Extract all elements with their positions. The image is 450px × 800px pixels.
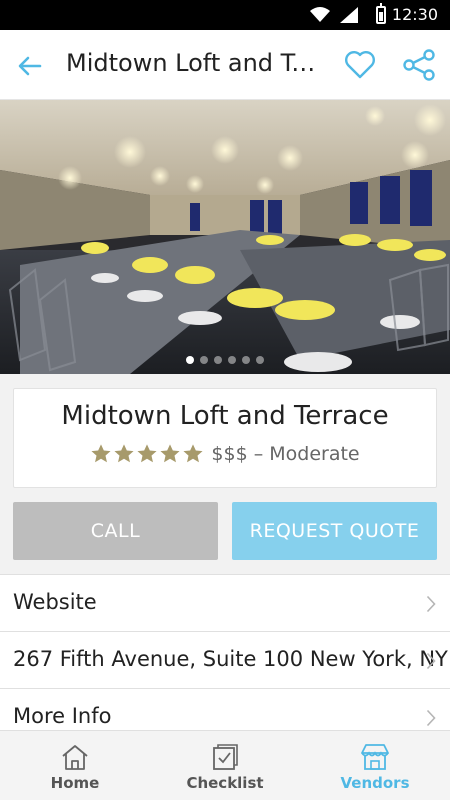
battery-icon xyxy=(376,3,386,24)
wifi-icon xyxy=(310,7,330,22)
star-icon xyxy=(183,444,203,463)
back-arrow-icon[interactable] xyxy=(14,50,46,82)
chevron-right-icon xyxy=(426,595,436,613)
venue-name: Midtown Loft and Terrace xyxy=(61,401,389,431)
rating-row: $$$ – Moderate xyxy=(14,443,436,465)
store-icon xyxy=(361,744,389,770)
nav-home-label: Home xyxy=(50,774,100,792)
carousel-dot[interactable] xyxy=(228,356,236,364)
address-label: 267 Fifth Avenue, Suite 100 New York, NY xyxy=(13,647,448,671)
carousel-dot[interactable] xyxy=(242,356,250,364)
heart-icon[interactable] xyxy=(343,48,377,82)
chevron-right-icon xyxy=(426,652,436,670)
star-icon xyxy=(137,444,157,463)
chevron-right-icon xyxy=(426,709,436,727)
venue-photo-carousel[interactable] xyxy=(0,100,450,374)
nav-checklist[interactable]: Checklist xyxy=(150,731,300,800)
website-label: Website xyxy=(13,590,97,614)
nav-vendors[interactable]: Vendors xyxy=(300,731,450,800)
checklist-icon xyxy=(213,744,238,770)
status-time: 12:30 xyxy=(391,5,438,24)
share-icon[interactable] xyxy=(402,48,436,82)
status-bar: 12:30 xyxy=(0,0,450,30)
star-icon xyxy=(114,444,134,463)
venue-info-card: Midtown Loft and Terrace $$$ – Moderate xyxy=(13,388,437,488)
more-info-label: More Info xyxy=(13,704,112,728)
app-bar: Midtown Loft and Te... xyxy=(0,30,450,100)
signal-icon xyxy=(340,7,358,23)
price-level: $$$ – Moderate xyxy=(211,443,360,465)
carousel-dot[interactable] xyxy=(200,356,208,364)
carousel-indicator xyxy=(0,356,450,364)
home-icon xyxy=(62,745,88,770)
bottom-navigation: Home Checklist Vendors xyxy=(0,730,450,800)
request-quote-button[interactable]: REQUEST QUOTE xyxy=(232,502,437,560)
nav-vendors-label: Vendors xyxy=(340,774,410,792)
address-row[interactable]: 267 Fifth Avenue, Suite 100 New York, NY xyxy=(0,632,450,689)
call-button[interactable]: CALL xyxy=(13,502,218,560)
carousel-dot[interactable] xyxy=(186,356,194,364)
carousel-dot[interactable] xyxy=(256,356,264,364)
nav-home[interactable]: Home xyxy=(0,731,150,800)
nav-checklist-label: Checklist xyxy=(186,774,264,792)
page-title: Midtown Loft and Te... xyxy=(66,49,326,77)
venue-photo xyxy=(0,100,450,374)
website-row[interactable]: Website xyxy=(0,575,450,632)
carousel-dot[interactable] xyxy=(214,356,222,364)
star-icon xyxy=(160,444,180,463)
venue-detail-list: Website 267 Fifth Avenue, Suite 100 New … xyxy=(0,574,450,746)
star-icon xyxy=(91,444,111,463)
